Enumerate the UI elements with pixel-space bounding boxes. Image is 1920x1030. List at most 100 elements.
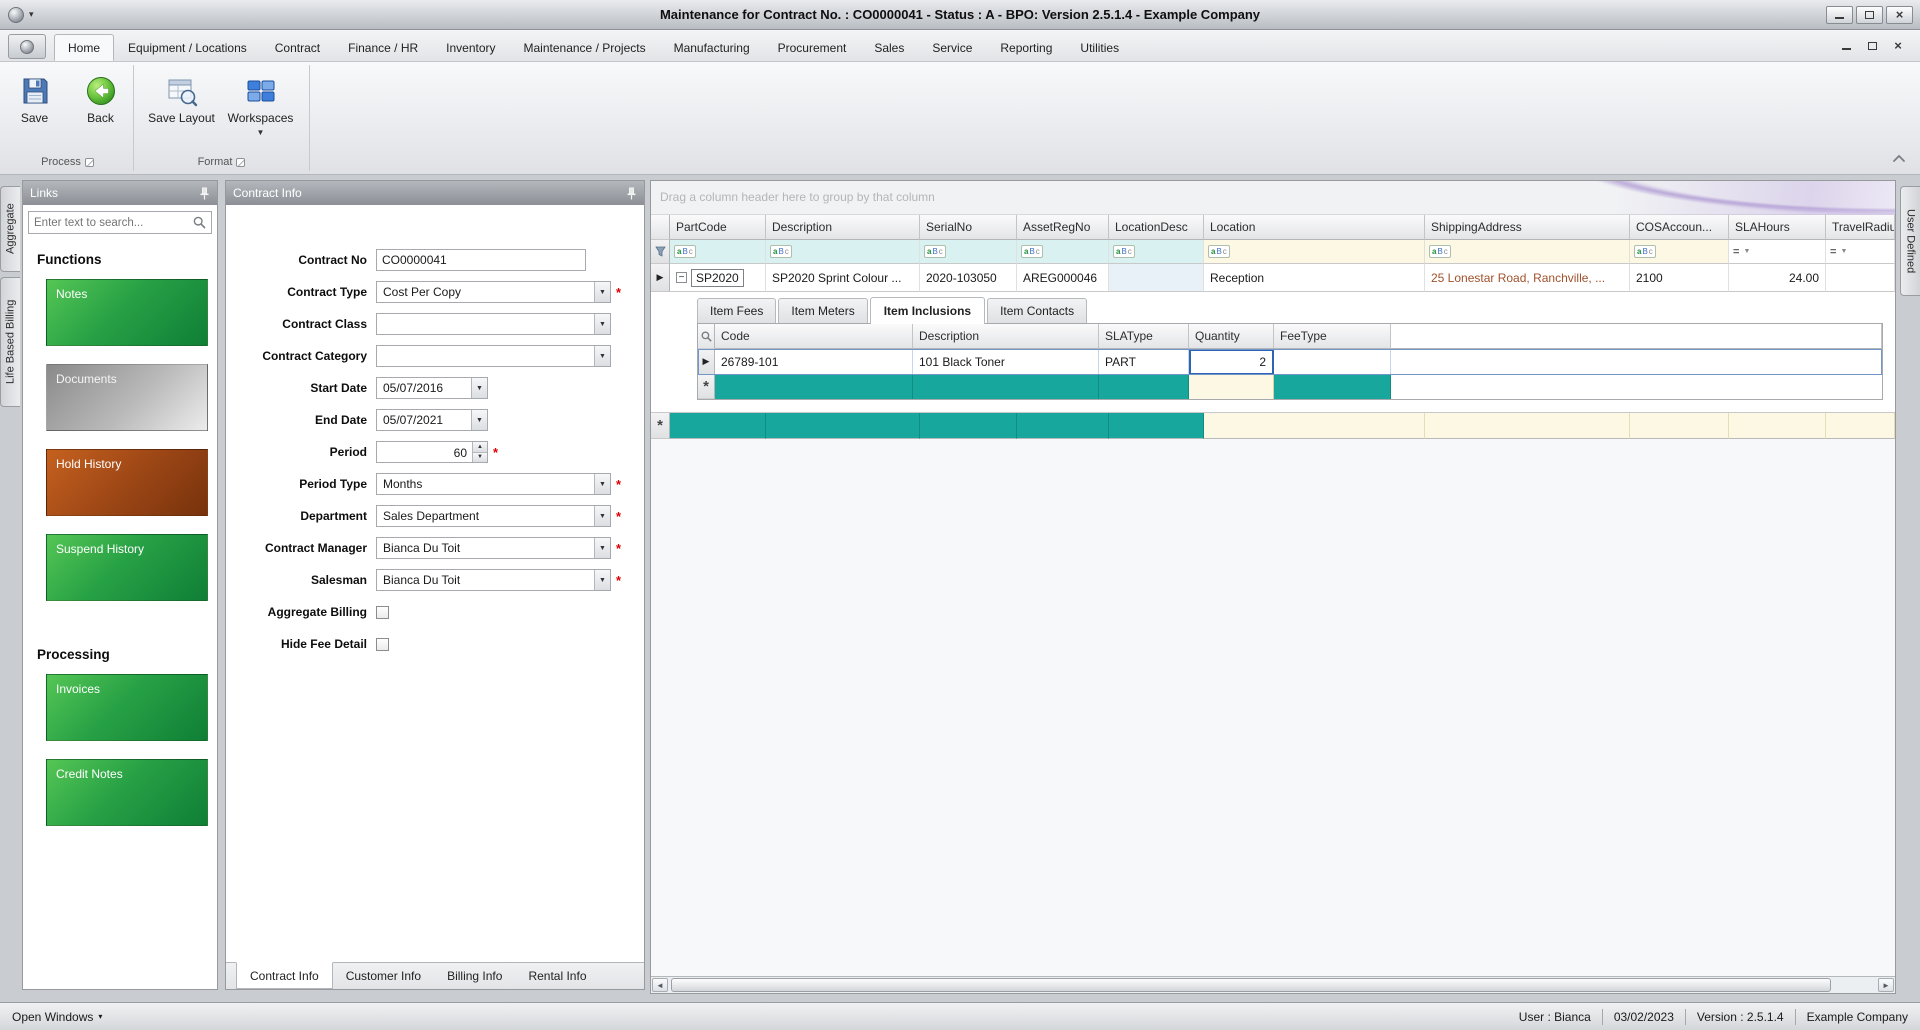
cell-cosaccount[interactable]: 2100 (1630, 264, 1729, 292)
column-header-assetregno[interactable]: AssetRegNo (1017, 215, 1109, 240)
hold-history-button[interactable]: Hold History (46, 449, 208, 516)
cell-travelradius[interactable] (1826, 264, 1895, 292)
chevron-down-icon[interactable]: ▼ (471, 378, 487, 398)
contract-no-field[interactable]: CO0000041 (376, 249, 586, 271)
chevron-down-icon[interactable]: ▼ (594, 570, 610, 590)
period-type-dropdown[interactable]: Months ▼ (376, 473, 611, 495)
column-header-location[interactable]: Location (1204, 215, 1425, 240)
ribbon-tab-service[interactable]: Service (918, 34, 986, 61)
new-cell-assetregno[interactable] (1017, 413, 1109, 439)
tab-rental-info[interactable]: Rental Info (515, 963, 599, 989)
new-cell-partcode[interactable] (670, 413, 766, 439)
mdi-restore-button[interactable] (1864, 39, 1880, 53)
tab-item-contacts[interactable]: Item Contacts (987, 298, 1087, 323)
new-cell-travelradius[interactable] (1826, 413, 1895, 439)
minimize-button[interactable] (1826, 6, 1853, 24)
ribbon-tab-maintenance-projects[interactable]: Maintenance / Projects (510, 34, 660, 61)
detail-cell-description[interactable]: 101 Black Toner (913, 349, 1099, 375)
back-button[interactable]: Back (71, 71, 131, 153)
detail-column-feetype[interactable]: FeeType (1274, 324, 1391, 349)
close-button[interactable]: × (1886, 6, 1913, 24)
period-spinner[interactable]: 60 ▲ ▼ (376, 441, 488, 463)
format-group-launcher[interactable] (236, 158, 245, 167)
new-cell-location[interactable] (1204, 413, 1425, 439)
ribbon-collapse-button[interactable] (1892, 152, 1906, 166)
new-cell-locationdesc[interactable] (1109, 413, 1204, 439)
mdi-minimize-button[interactable] (1838, 39, 1854, 53)
detail-column-quantity[interactable]: Quantity (1189, 324, 1274, 349)
ribbon-tab-sales[interactable]: Sales (860, 34, 918, 61)
documents-button[interactable]: Documents (46, 364, 208, 431)
contract-manager-dropdown[interactable]: Bianca Du Toit ▼ (376, 537, 611, 559)
detail-column-code[interactable]: Code (715, 324, 913, 349)
end-date-field[interactable]: 05/07/2021 ▼ (376, 409, 488, 431)
new-cell-quantity[interactable] (1189, 375, 1274, 399)
scroll-right-button[interactable]: ► (1878, 978, 1894, 992)
notes-button[interactable]: Notes (46, 279, 208, 346)
contract-category-dropdown[interactable]: ▼ (376, 345, 611, 367)
scroll-left-button[interactable]: ◄ (652, 978, 668, 992)
ribbon-tab-inventory[interactable]: Inventory (432, 34, 509, 61)
cell-shippingaddress[interactable]: 25 Lonestar Road, Ranchville, ... (1425, 264, 1630, 292)
side-tab-aggregate[interactable]: Aggregate (0, 186, 20, 272)
links-search-input[interactable] (34, 217, 193, 229)
contract-type-dropdown[interactable]: Cost Per Copy ▼ (376, 281, 611, 303)
tab-item-meters[interactable]: Item Meters (778, 298, 867, 323)
new-cell-slatype[interactable] (1099, 375, 1189, 399)
new-cell-cosaccount[interactable] (1630, 413, 1729, 439)
new-cell-shippingaddress[interactable] (1425, 413, 1630, 439)
save-layout-button[interactable]: Save Layout (146, 71, 218, 153)
detail-search-cell[interactable] (698, 324, 715, 349)
ribbon-tab-procurement[interactable]: Procurement (764, 34, 861, 61)
new-cell-description[interactable] (913, 375, 1099, 399)
column-header-serialno[interactable]: SerialNo (920, 215, 1017, 240)
search-icon[interactable] (193, 216, 206, 229)
tab-billing-info[interactable]: Billing Info (434, 963, 515, 989)
tab-customer-info[interactable]: Customer Info (333, 963, 434, 989)
credit-notes-button[interactable]: Credit Notes (46, 759, 208, 826)
filter-cell-shippingaddress[interactable]: aBc (1425, 240, 1630, 264)
pin-icon[interactable] (199, 187, 210, 200)
column-header-description[interactable]: Description (766, 215, 920, 240)
contract-class-dropdown[interactable]: ▼ (376, 313, 611, 335)
filter-cell-travelradius[interactable]: =▼ (1826, 240, 1895, 264)
filter-cell-location[interactable]: aBc (1204, 240, 1425, 264)
ribbon-tab-home[interactable]: Home (54, 34, 114, 61)
pin-icon[interactable] (626, 187, 637, 200)
chevron-down-icon[interactable]: ▼ (594, 314, 610, 334)
tab-item-inclusions[interactable]: Item Inclusions (870, 297, 985, 324)
filter-cell-slahours[interactable]: =▼ (1729, 240, 1826, 264)
tab-contract-info[interactable]: Contract Info (236, 962, 333, 989)
cell-slahours[interactable]: 24.00 (1729, 264, 1826, 292)
filter-cell-cosaccount[interactable]: aBc (1630, 240, 1729, 264)
ribbon-tab-equipment-locations[interactable]: Equipment / Locations (114, 34, 261, 61)
column-header-slahours[interactable]: SLAHours (1729, 215, 1826, 240)
column-header-locationdesc[interactable]: LocationDesc (1109, 215, 1204, 240)
salesman-dropdown[interactable]: Bianca Du Toit ▼ (376, 569, 611, 591)
save-button[interactable]: Save (5, 71, 65, 153)
open-windows-button[interactable]: Open Windows ▾ (12, 1010, 102, 1024)
chevron-down-icon[interactable]: ▼ (594, 474, 610, 494)
cell-serialno[interactable]: 2020-103050 (920, 264, 1017, 292)
cell-locationdesc[interactable] (1109, 264, 1204, 292)
tab-item-fees[interactable]: Item Fees (697, 298, 776, 323)
ribbon-tab-contract[interactable]: Contract (261, 34, 334, 61)
spin-up-icon[interactable]: ▲ (473, 442, 487, 453)
cell-partcode[interactable]: − SP2020 (670, 264, 766, 292)
detail-column-slatype[interactable]: SLAType (1099, 324, 1189, 349)
grid-group-panel[interactable]: Drag a column header here to group by th… (651, 181, 1895, 215)
new-cell-description[interactable] (766, 413, 920, 439)
start-date-field[interactable]: 05/07/2016 ▼ (376, 377, 488, 399)
side-tab-life-based-billing[interactable]: Life Based Billing (0, 277, 20, 407)
new-cell-serialno[interactable] (920, 413, 1017, 439)
column-header-partcode[interactable]: PartCode (670, 215, 766, 240)
column-header-travelradius[interactable]: TravelRadiu... (1826, 215, 1895, 240)
maximize-button[interactable] (1856, 6, 1883, 24)
detail-cell-quantity-focused[interactable]: 2 (1189, 349, 1274, 375)
column-header-cosaccount[interactable]: COSAccoun... (1630, 215, 1729, 240)
ribbon-tab-finance-hr[interactable]: Finance / HR (334, 34, 432, 61)
filter-cell-serialno[interactable]: aBc (920, 240, 1017, 264)
ribbon-tab-utilities[interactable]: Utilities (1066, 34, 1133, 61)
mdi-close-button[interactable]: × (1890, 39, 1906, 53)
detail-cell-feetype[interactable] (1274, 349, 1391, 375)
